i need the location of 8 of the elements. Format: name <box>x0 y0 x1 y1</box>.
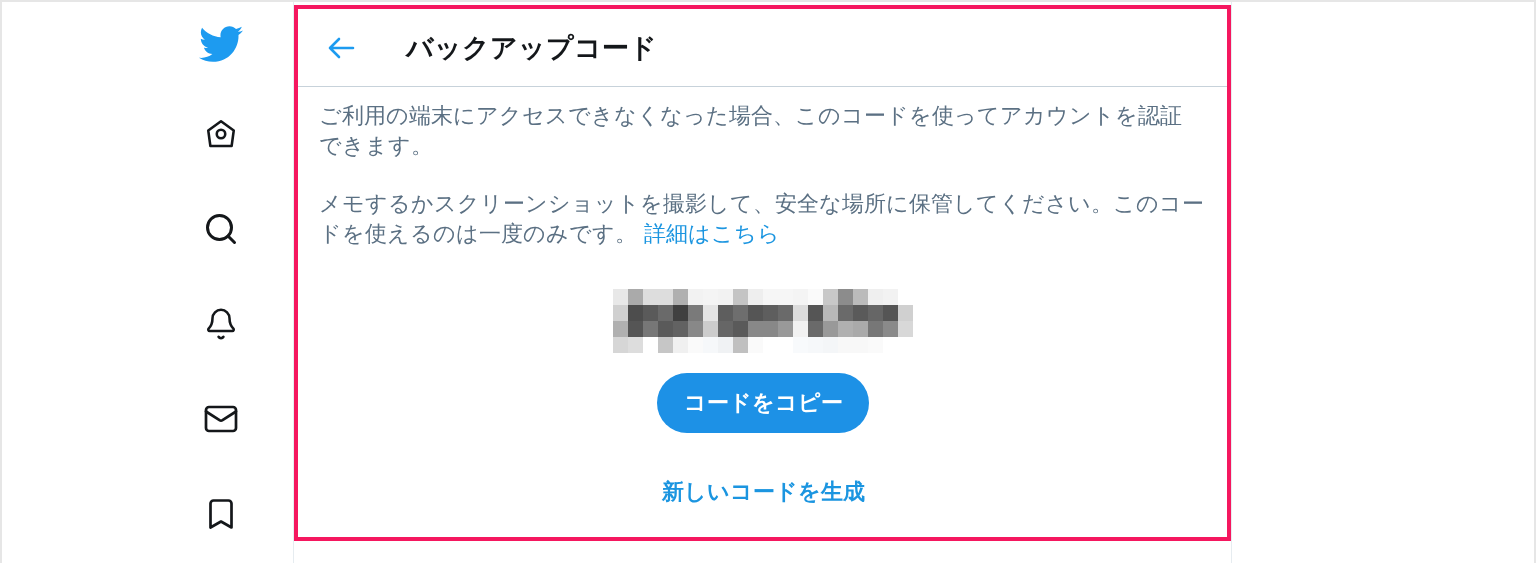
instruction-text: メモするかスクリーンショットを撮影して、安全な場所に保管してください。このコードを使えるのは一度のみです。 詳細はこちら <box>319 190 1204 248</box>
page-title: バックアップコード <box>406 30 657 65</box>
generate-code-link[interactable]: 新しいコードを生成 <box>661 477 865 507</box>
copy-code-button[interactable]: コードをコピー <box>657 373 869 433</box>
description-text: ご利用の端末にアクセスできなくなった場合、このコードを使ってアカウントを認証できます。 <box>319 102 1183 160</box>
back-icon[interactable] <box>326 35 356 60</box>
bell-icon[interactable] <box>204 306 238 341</box>
learn-more-link[interactable]: 詳細はこちら <box>643 221 780 246</box>
